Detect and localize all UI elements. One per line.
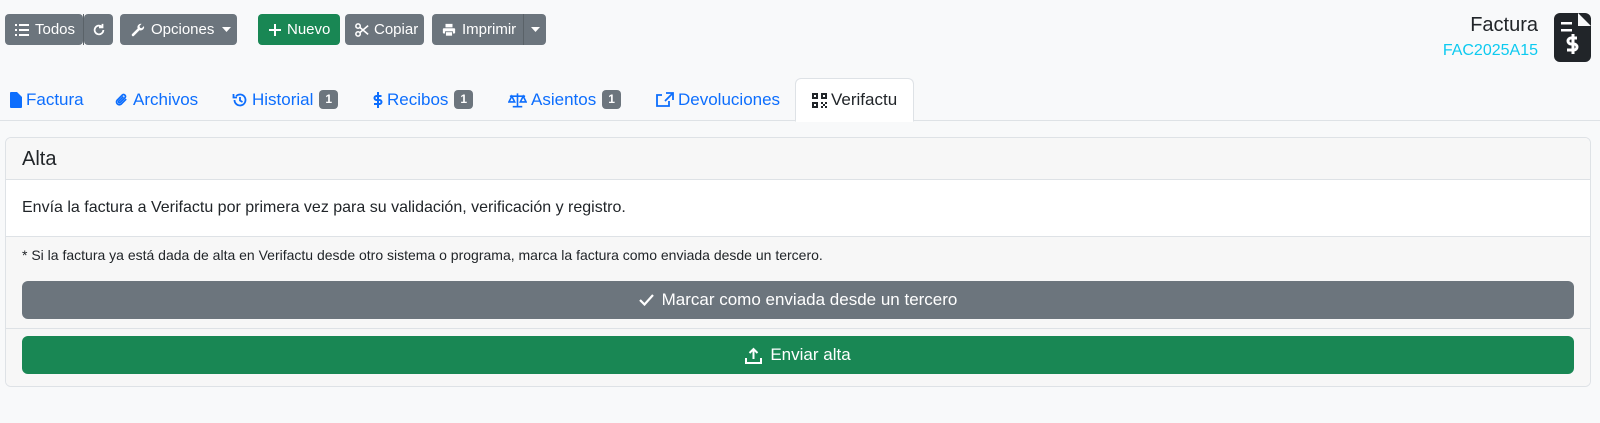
- card-description-container: Envía la factura a Verifactu por primera…: [6, 180, 1590, 236]
- tab-label: Asientos: [531, 89, 597, 109]
- imprimir-button[interactable]: Imprimir: [432, 14, 523, 45]
- opciones-label: Opciones: [151, 21, 215, 38]
- copiar-label: Copiar: [374, 21, 419, 38]
- third-party-section: * Si la factura ya está dada de alta en …: [6, 236, 1590, 329]
- tab-label: Recibos: [387, 89, 449, 109]
- card-title: Alta: [6, 138, 1590, 180]
- caret-down-icon: [530, 27, 540, 32]
- imprimir-label: Imprimir: [462, 21, 517, 38]
- refresh-button[interactable]: [84, 14, 113, 45]
- imprimir-dropdown-toggle[interactable]: [524, 14, 546, 45]
- mark-sent-label: Marcar como enviada desde un tercero: [661, 290, 958, 309]
- file-icon: [10, 91, 22, 108]
- document-code: FAC2025A15: [1442, 42, 1538, 59]
- tab-label: Factura: [26, 89, 84, 109]
- historial-count-badge: 1: [319, 90, 339, 109]
- plus-icon: [269, 23, 281, 36]
- copiar-button[interactable]: Copiar: [345, 14, 424, 45]
- third-party-note: * Si la factura ya está dada de alta en …: [22, 247, 823, 263]
- tab-label: Historial: [252, 89, 314, 109]
- upload-icon: [745, 347, 763, 364]
- send-alta-button[interactable]: Enviar alta: [22, 336, 1574, 374]
- opciones-button[interactable]: Opciones: [120, 14, 237, 45]
- tab-label: Archivos: [133, 89, 199, 109]
- tab-recibos[interactable]: Recibos 1: [373, 78, 474, 121]
- tab-devoluciones[interactable]: Devoluciones: [656, 78, 780, 121]
- invoice-dollar-icon: [1554, 13, 1591, 62]
- send-alta-label: Enviar alta: [770, 345, 851, 364]
- tab-archivos[interactable]: Archivos: [114, 78, 198, 121]
- caret-down-icon: [222, 27, 232, 32]
- tab-label: Verifactu: [831, 90, 898, 109]
- document-type: Factura: [1470, 14, 1538, 36]
- tab-bar: Factura Archivos Historial 1 Recibos 1 A…: [0, 78, 1600, 122]
- mark-sent-by-third-party-button[interactable]: Marcar como enviada desde un tercero: [22, 281, 1574, 319]
- nuevo-label: Nuevo: [287, 21, 331, 38]
- tab-verifactu[interactable]: Verifactu: [795, 78, 915, 122]
- recibos-count-badge: 1: [454, 90, 474, 109]
- wrench-icon: [131, 23, 145, 37]
- scissors-icon: [355, 22, 369, 37]
- share-icon: [656, 91, 674, 108]
- asientos-count-badge: 1: [602, 90, 621, 109]
- tab-asientos[interactable]: Asientos 1: [508, 78, 621, 121]
- todos-button[interactable]: Todos: [5, 14, 83, 45]
- todos-label: Todos: [35, 21, 76, 38]
- nuevo-button[interactable]: Nuevo: [258, 14, 340, 45]
- alta-card: Alta Envía la factura a Verifactu por pr…: [5, 137, 1591, 387]
- toolbar: Todos Opciones Nuevo Copiar Imprimir Fac…: [0, 0, 1600, 70]
- card-description: Envía la factura a Verifactu por primera…: [22, 199, 626, 216]
- tab-factura[interactable]: Factura: [10, 78, 84, 121]
- refresh-icon: [92, 23, 106, 37]
- check-icon: [638, 294, 654, 306]
- tab-historial[interactable]: Historial 1: [232, 78, 339, 121]
- history-icon: [232, 92, 248, 108]
- tab-label: Devoluciones: [678, 89, 781, 109]
- qrcode-icon: [812, 92, 827, 108]
- dollar-icon: [373, 91, 383, 109]
- list-icon: [15, 23, 29, 36]
- printer-icon: [442, 23, 456, 37]
- paperclip-icon: [114, 92, 129, 108]
- scale-icon: [508, 92, 527, 108]
- send-section: Enviar alta: [6, 329, 1590, 386]
